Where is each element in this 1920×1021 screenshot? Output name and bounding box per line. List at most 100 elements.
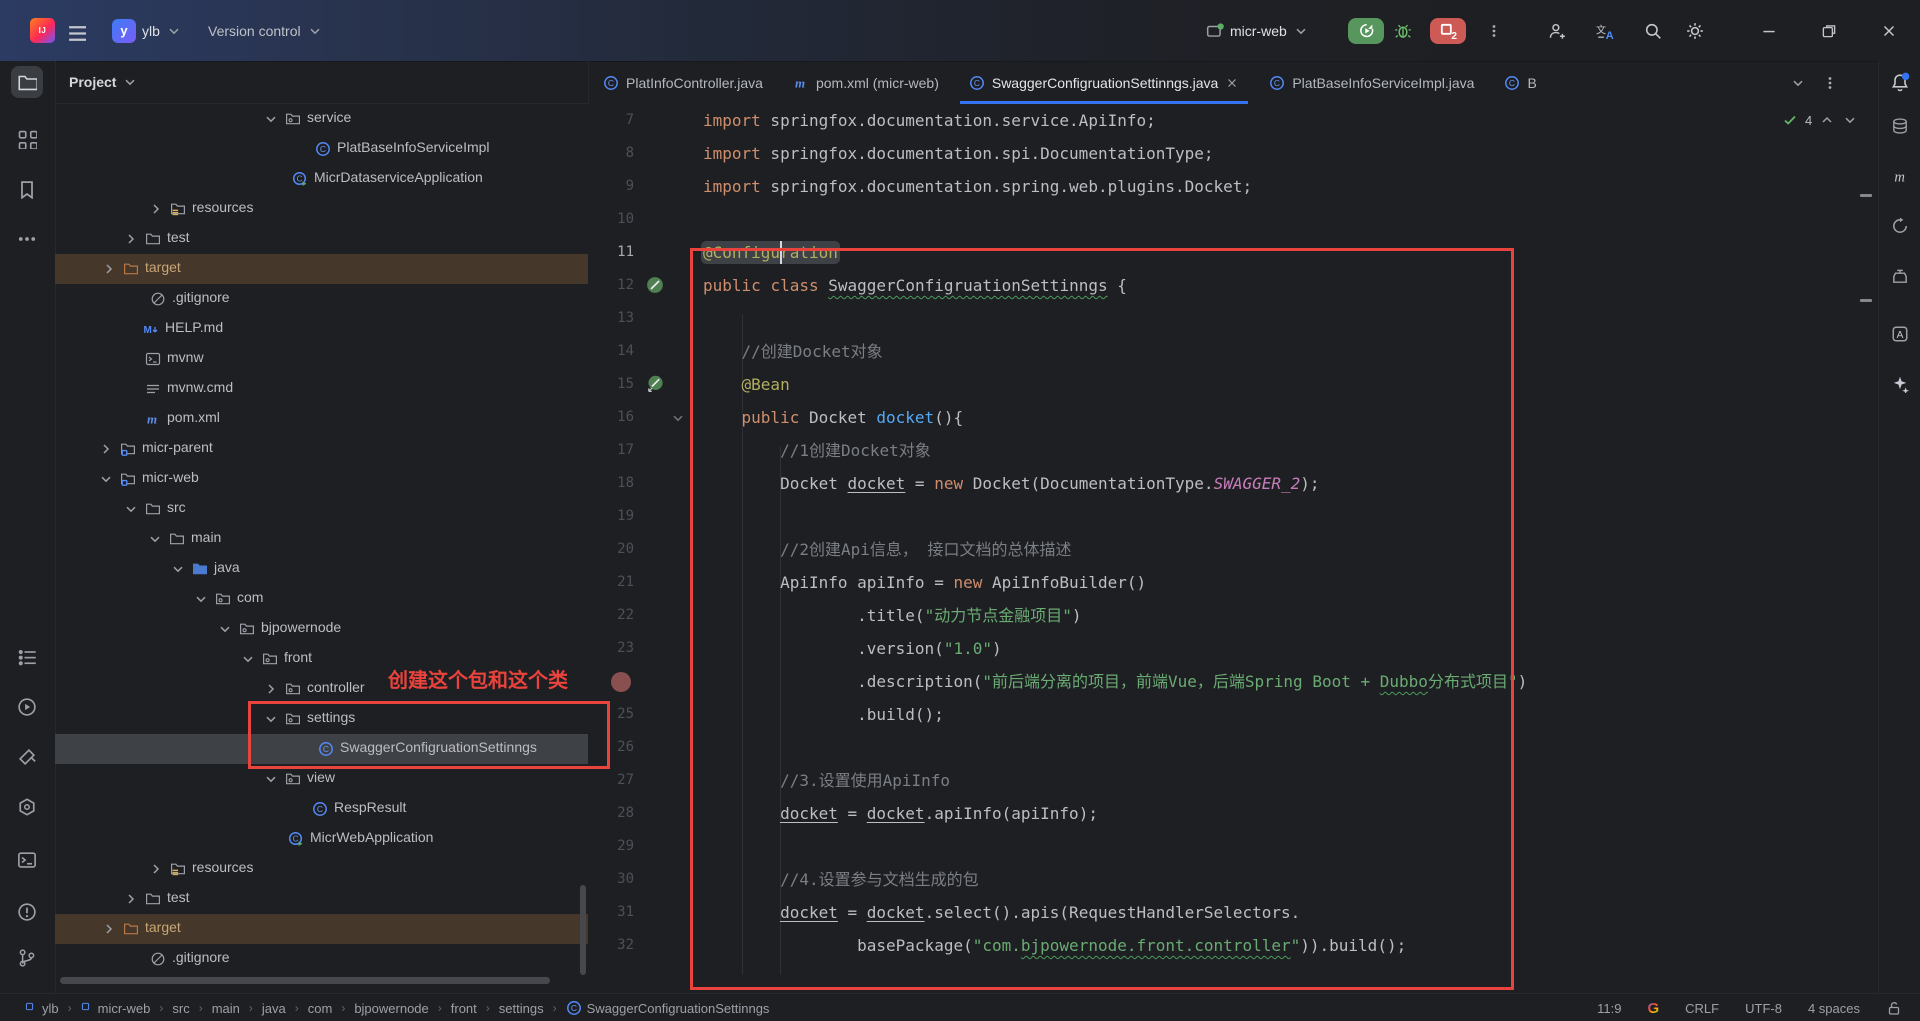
tree-row-com[interactable]: com [55, 584, 588, 614]
tree-row-micrdataserviceapplication[interactable]: C MicrDataserviceApplication [55, 164, 588, 194]
code-line-30[interactable]: //4.设置参与文档生成的包 [703, 863, 979, 896]
line-number[interactable]: 19 [588, 500, 634, 533]
tree-row--gitignore[interactable]: .gitignore [55, 944, 588, 974]
chevron-right-icon[interactable] [101, 921, 117, 937]
code-with-me-button[interactable] [1548, 0, 1566, 61]
code-line-7[interactable]: import springfox.documentation.service.A… [703, 104, 1156, 137]
code-line-22[interactable]: .title("动力节点金融项目") [703, 599, 1081, 632]
run-more-actions-button[interactable] [1486, 0, 1502, 61]
breadcrumb-item[interactable]: front [451, 1001, 477, 1016]
chevron-right-icon[interactable] [148, 201, 164, 217]
chevron-down-icon[interactable] [123, 501, 139, 517]
tree-row-micr-web[interactable]: micr-web [55, 464, 588, 494]
tree-row-swaggerconfigruationsettinngs[interactable]: C SwaggerConfigruationSettinngs [55, 734, 588, 764]
line-number[interactable]: 31 [588, 896, 634, 929]
project-panel-header[interactable]: Project [55, 61, 588, 104]
problems-icon[interactable] [11, 896, 43, 928]
database-icon[interactable] [1884, 110, 1916, 142]
debug-button[interactable] [1394, 0, 1412, 61]
code-line-11[interactable]: @Configuration [703, 236, 838, 269]
code-line-21[interactable]: ApiInfo apiInfo = new ApiInfoBuilder() [703, 566, 1146, 599]
line-number[interactable]: 28 [588, 797, 634, 830]
editor-tab[interactable]: C PlatBaseInfoServiceImpl.java [1254, 61, 1489, 104]
tree-row-controller[interactable]: controller [55, 674, 588, 704]
inspection-widget[interactable]: 4 [1782, 112, 1858, 128]
tree-row-resources[interactable]: resources [55, 854, 588, 884]
code-line-18[interactable]: Docket docket = new Docket(Documentation… [703, 467, 1319, 500]
todo-icon[interactable] [11, 641, 43, 673]
line-number[interactable]: 29 [588, 830, 634, 863]
file-encoding[interactable]: UTF-8 [1745, 1001, 1782, 1016]
chevron-down-icon[interactable] [263, 771, 279, 787]
code-line-20[interactable]: //2创建Api信息， 接口文档的总体描述 [703, 533, 1071, 566]
tree-row-settings[interactable]: settings [55, 704, 588, 734]
maven-icon[interactable]: m [1884, 160, 1916, 192]
prev-problem-icon[interactable] [1819, 112, 1835, 128]
lock-icon[interactable] [1886, 1000, 1902, 1016]
structure-icon[interactable] [11, 123, 43, 155]
tree-row--gitignore[interactable]: .gitignore [55, 284, 588, 314]
close-icon[interactable] [1225, 76, 1239, 90]
spring-bean-icon[interactable] [646, 276, 664, 294]
tree-row-front[interactable]: front [55, 644, 588, 674]
chevron-right-icon[interactable] [148, 861, 164, 877]
line-number[interactable]: 9 [588, 170, 634, 203]
chevron-down-icon[interactable] [240, 651, 256, 667]
tree-row-view[interactable]: view [55, 764, 588, 794]
line-number[interactable]: 12 [588, 269, 634, 302]
restore-button[interactable] [1820, 0, 1838, 61]
version-control-menu[interactable]: Version control [208, 0, 323, 61]
tree-row-mvnw-cmd[interactable]: mvnw.cmd [55, 374, 588, 404]
tree-row-micrwebapplication[interactable]: C MicrWebApplication [55, 824, 588, 854]
breadcrumb-item[interactable]: src [172, 1001, 189, 1016]
tree-vertical-scrollbar[interactable] [580, 885, 586, 975]
translation-icon[interactable]: A [1884, 318, 1916, 350]
tree-row-help-md[interactable]: M HELP.md [55, 314, 588, 344]
tree-row-target[interactable]: target [55, 254, 588, 284]
more-tools-icon[interactable] [11, 223, 43, 255]
line-number[interactable]: 25 [588, 698, 634, 731]
breadcrumb-item[interactable]: com [308, 1001, 333, 1016]
search-everywhere-button[interactable] [1644, 0, 1662, 61]
chevron-right-icon[interactable] [263, 681, 279, 697]
code-line-17[interactable]: //1创建Docket对象 [703, 434, 931, 467]
line-number[interactable]: 8 [588, 137, 634, 170]
line-separator[interactable]: CRLF [1685, 1001, 1719, 1016]
grazie-icon[interactable]: G [1647, 1000, 1659, 1017]
version-control-icon[interactable] [11, 942, 43, 974]
code-line-31[interactable]: docket = docket.select().apis(RequestHan… [703, 896, 1300, 929]
services-icon[interactable] [11, 791, 43, 823]
fold-chevron-icon[interactable] [669, 409, 687, 427]
run-button[interactable] [1348, 0, 1384, 61]
tree-row-java[interactable]: java [55, 554, 588, 584]
line-number[interactable]: 21 [588, 566, 634, 599]
project-widget[interactable]: y ylb [112, 0, 182, 61]
caret-position[interactable]: 11:9 [1597, 1001, 1621, 1016]
code-line-27[interactable]: //3.设置使用ApiInfo [703, 764, 950, 797]
code-line-9[interactable]: import springfox.documentation.spring.we… [703, 170, 1252, 203]
translate-button[interactable]: 文A [1596, 0, 1614, 61]
tree-row-mvnw[interactable]: mvnw [55, 344, 588, 374]
tree-row-respresult[interactable]: C RespResult [55, 794, 588, 824]
build-icon[interactable] [11, 741, 43, 773]
tree-row-resources[interactable]: resources [55, 194, 588, 224]
breadcrumb-item[interactable]: settings [499, 1001, 544, 1016]
project-folder-icon[interactable] [11, 66, 43, 98]
close-button[interactable] [1880, 0, 1898, 61]
code-line-28[interactable]: docket = docket.apiInfo(apiInfo); [703, 797, 1098, 830]
line-number[interactable]: 15 [588, 368, 634, 401]
chevron-right-icon[interactable] [123, 231, 139, 247]
tab-options-kebab-icon[interactable] [1822, 75, 1838, 91]
code-editor[interactable]: 7 import springfox.documentation.service.… [588, 104, 1878, 993]
dependencies-icon[interactable] [1884, 260, 1916, 292]
line-number[interactable]: 20 [588, 533, 634, 566]
tree-row-test[interactable]: test [55, 224, 588, 254]
breadcrumb-item[interactable]: main [212, 1001, 240, 1016]
tree-row-test[interactable]: test [55, 884, 588, 914]
line-number[interactable]: 17 [588, 434, 634, 467]
editor-tab[interactable]: CB [1489, 61, 1551, 104]
breadcrumb-item[interactable]: ylb [25, 1001, 59, 1016]
terminal-icon[interactable] [11, 844, 43, 876]
settings-button[interactable] [1686, 0, 1704, 61]
next-problem-icon[interactable] [1842, 112, 1858, 128]
